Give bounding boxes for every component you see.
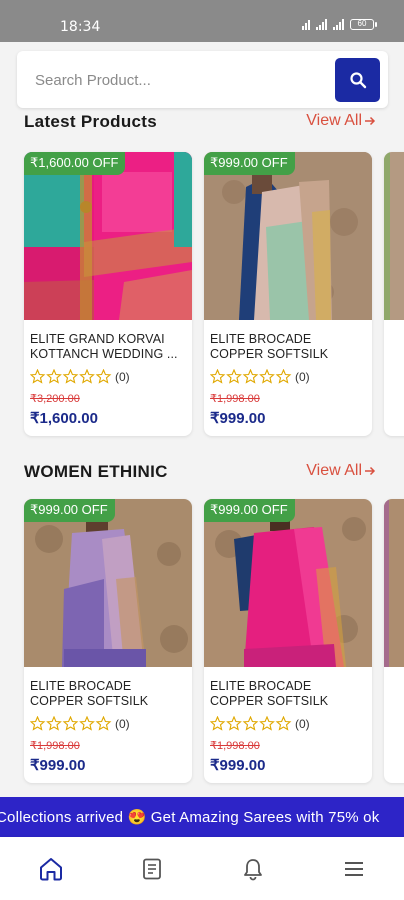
status-bar: 18:34 60 xyxy=(0,0,404,42)
discount-badge: ₹999.00 OFF xyxy=(204,152,295,175)
old-price: ₹3,200.00 xyxy=(30,393,80,405)
product-card-peek[interactable] xyxy=(384,499,404,783)
rating-count: (0) xyxy=(115,369,130,384)
promo-marquee-text: Collections arrived 😍 Get Amazing Sarees… xyxy=(0,809,380,826)
product-image xyxy=(384,152,404,320)
star-icons xyxy=(30,716,112,731)
search-button[interactable] xyxy=(335,58,380,102)
network-signal-icon xyxy=(302,19,310,30)
status-time: 18:34 xyxy=(60,19,101,35)
discount-badge: ₹999.00 OFF xyxy=(24,499,115,522)
section-header-women-ethinic: WOMEN ETHINIC View All xyxy=(24,462,376,486)
discount-badge: ₹1,600.00 OFF xyxy=(24,152,126,175)
nav-menu[interactable] xyxy=(329,844,379,894)
product-row-latest[interactable]: ₹1,600.00 OFF ELITE GRAND KORVAI KOTTANC… xyxy=(0,152,404,436)
product-name: ELITE GRAND KORVAI KOTTANCH WEDDING ... xyxy=(30,332,178,361)
product-image[interactable]: ₹999.00 OFF xyxy=(204,152,372,320)
price: ₹999.00 xyxy=(30,757,86,774)
search-icon xyxy=(349,72,366,89)
product-row-women-ethinic[interactable]: ₹999.00 OFF ELITE BROCADE COPPER SOFTSIL… xyxy=(0,499,404,783)
status-icons: 60 xyxy=(302,19,377,30)
product-name: ELITE BROCADE COPPER SOFTSILK SAREE xyxy=(30,679,149,708)
section-header-latest: Latest Products View All xyxy=(24,112,376,136)
view-all-link[interactable]: View All xyxy=(306,462,376,480)
orders-icon xyxy=(142,858,161,879)
discount-badge: ₹999.00 OFF xyxy=(204,499,295,522)
cell-signal-icon xyxy=(333,19,344,30)
view-all-label: View All xyxy=(306,112,362,129)
home-icon xyxy=(39,857,62,880)
product-card[interactable]: ₹999.00 OFF ELITE BROCADE COPPER SOFTSIL… xyxy=(204,499,372,783)
rating-stars: (0) xyxy=(30,369,130,384)
rating-count: (0) xyxy=(115,716,130,731)
nav-home[interactable] xyxy=(26,844,76,894)
rating-count: (0) xyxy=(295,369,310,384)
menu-icon xyxy=(344,861,363,876)
arrow-right-icon xyxy=(365,116,376,126)
arrow-right-icon xyxy=(365,466,376,476)
product-card[interactable]: ₹999.00 OFF ELITE BROCADE COPPER SOFTSIL… xyxy=(204,152,372,436)
nav-notifications[interactable] xyxy=(228,844,278,894)
search-bar xyxy=(17,51,388,108)
product-name: ELITE BROCADE COPPER SOFTSILK SAREES xyxy=(210,332,329,361)
rating-stars: (0) xyxy=(30,716,130,731)
old-price: ₹1,998.00 xyxy=(30,740,80,752)
bottom-nav xyxy=(0,837,404,900)
product-card[interactable]: ₹1,600.00 OFF ELITE GRAND KORVAI KOTTANC… xyxy=(24,152,192,436)
section-title: Latest Products xyxy=(24,112,157,131)
product-card-peek[interactable] xyxy=(384,152,404,436)
wifi-signal-icon xyxy=(316,19,327,30)
rating-count: (0) xyxy=(295,716,310,731)
view-all-link[interactable]: View All xyxy=(306,112,376,130)
rating-stars: (0) xyxy=(210,369,310,384)
star-icons xyxy=(30,369,112,384)
product-image[interactable]: ₹999.00 OFF xyxy=(204,499,372,667)
section-title: WOMEN ETHINIC xyxy=(24,462,168,481)
bell-icon xyxy=(243,858,262,880)
rating-stars: (0) xyxy=(210,716,310,731)
content-scroll[interactable]: Latest Products View All ₹1,600.00 OFF E… xyxy=(0,108,404,838)
price: ₹1,600.00 xyxy=(30,410,98,427)
battery-level: 60 xyxy=(357,19,367,28)
product-image xyxy=(384,499,404,667)
old-price: ₹1,998.00 xyxy=(210,393,260,405)
price: ₹999.00 xyxy=(210,410,266,427)
battery-icon: 60 xyxy=(350,19,377,30)
promo-marquee[interactable]: Collections arrived 😍 Get Amazing Sarees… xyxy=(0,797,404,837)
product-image[interactable]: ₹1,600.00 OFF xyxy=(24,152,192,320)
product-name: ELITE BROCADE COPPER SOFTSILK SAREES xyxy=(210,679,329,708)
product-image[interactable]: ₹999.00 OFF xyxy=(24,499,192,667)
product-card[interactable]: ₹999.00 OFF ELITE BROCADE COPPER SOFTSIL… xyxy=(24,499,192,783)
view-all-label: View All xyxy=(306,462,362,479)
search-input[interactable] xyxy=(35,65,335,95)
price: ₹999.00 xyxy=(210,757,266,774)
old-price: ₹1,998.00 xyxy=(210,740,260,752)
star-icons xyxy=(210,716,292,731)
nav-orders[interactable] xyxy=(127,844,177,894)
star-icons xyxy=(210,369,292,384)
